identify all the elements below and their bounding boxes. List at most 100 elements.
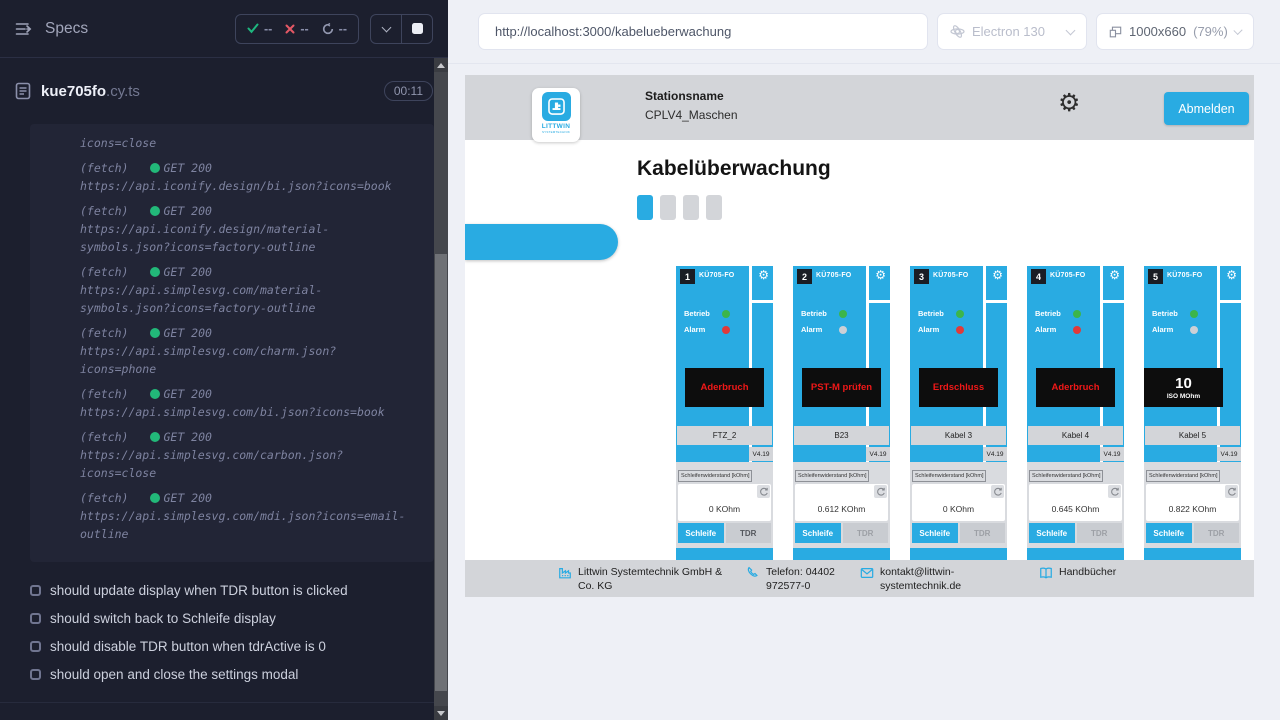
spec-file-name: kue705fo.cy.ts [41, 83, 374, 100]
chevron-down-icon [1233, 25, 1242, 34]
chevron-down-icon [381, 22, 391, 32]
schleife-button[interactable]: Schleife [678, 523, 724, 543]
tdr-button[interactable]: TDR [726, 523, 772, 543]
logo-mark-icon [542, 92, 571, 121]
device-model-label: KÜ705-FO [816, 272, 851, 279]
card-settings-gear-icon[interactable]: ⚙ [1226, 269, 1237, 281]
test-list: should update display when TDR button is… [0, 576, 448, 688]
stat-failed: -- [285, 22, 308, 36]
app-viewport: Stationsname CPLV4_Maschen ⚙ Abmelden LI… [465, 75, 1254, 597]
status-display: Erdschluss [919, 368, 998, 407]
refresh-icon[interactable] [991, 485, 1004, 498]
status-display: PST-M prüfen [802, 368, 881, 407]
success-dot-icon [150, 206, 160, 216]
resistance-value: 0 KOhm [912, 504, 1005, 514]
footer-manuals-link[interactable]: Handbücher [1039, 566, 1116, 580]
spec-file-row[interactable]: kue705fo.cy.ts 00:11 [0, 58, 448, 124]
alarm-led [1190, 326, 1198, 334]
tdr-button[interactable]: TDR [1077, 523, 1123, 543]
run-controls [370, 14, 433, 44]
screenshot-root: Specs -- -- -- [0, 0, 1280, 720]
stop-icon [412, 23, 423, 34]
viewport-size-selector[interactable]: 1000x660 (79%) [1096, 13, 1254, 50]
status-display: Aderbruch [685, 368, 764, 407]
card-settings-gear-icon[interactable]: ⚙ [758, 269, 769, 281]
stat-pending: -- [322, 22, 347, 36]
runner-scrollbar [434, 58, 448, 720]
tdr-button[interactable]: TDR [843, 523, 889, 543]
cable-name-label: FTZ_2 [677, 426, 772, 445]
divider [986, 300, 1007, 303]
scrollbar-thumb[interactable] [435, 254, 447, 691]
card-settings-gear-icon[interactable]: ⚙ [875, 269, 886, 281]
rack-tab[interactable] [660, 195, 676, 220]
logout-button[interactable]: Abmelden [1164, 92, 1249, 125]
refresh-icon[interactable] [1108, 485, 1121, 498]
stop-button[interactable] [402, 15, 432, 43]
tdr-button[interactable]: TDR [960, 523, 1006, 543]
schleife-button[interactable]: Schleife [912, 523, 958, 543]
divider [1220, 300, 1241, 303]
app-footer: Littwin Systemtechnik GmbH & Co. KG Tele… [465, 560, 1254, 597]
network-log-entry: (fetch)GET 200 https://api.simplesvg.com… [80, 428, 408, 482]
footer-phone: Telefon: 04402 972577-0 [746, 566, 846, 593]
rack-tab[interactable] [706, 195, 722, 220]
firmware-version-label: V4.19 [866, 447, 890, 461]
slot-number-badge: 5 [1148, 269, 1163, 284]
rack-tab[interactable] [683, 195, 699, 220]
test-item[interactable]: should switch back to Schleife display [0, 604, 448, 632]
littwin-logo: LITTWIN SYSTEMTECHNIK [532, 88, 580, 142]
refresh-icon[interactable] [1225, 485, 1238, 498]
device-card: 5 KÜ705-FO ⚙ Betrieb Alarm 10 ISO MOhm K… [1144, 266, 1241, 562]
schleife-button[interactable]: Schleife [795, 523, 841, 543]
refresh-icon[interactable] [757, 485, 770, 498]
tdr-button[interactable]: TDR [1194, 523, 1240, 543]
book-icon [1039, 566, 1053, 580]
test-item[interactable]: should update display when TDR button is… [0, 576, 448, 604]
firmware-version-label: V4.19 [1217, 447, 1241, 461]
email-icon [860, 566, 874, 580]
resistance-value: 0 KOhm [678, 504, 771, 514]
schleife-button[interactable]: Schleife [1146, 523, 1192, 543]
betrieb-led [839, 310, 847, 318]
measurement-display: 0 KOhm [678, 484, 771, 521]
schleife-button[interactable]: Schleife [1029, 523, 1075, 543]
device-card: 1 KÜ705-FO ⚙ Betrieb Alarm Aderbruch FTZ… [676, 266, 773, 562]
url-input[interactable]: http://localhost:3000/kabelueberwachung [478, 13, 928, 50]
scroll-up-button[interactable] [434, 58, 448, 72]
betrieb-led [956, 310, 964, 318]
command-log: icons=close (fetch)GET 200 https://api.i… [30, 124, 434, 562]
browser-selector[interactable]: Electron 130 [937, 13, 1087, 50]
settings-gear-icon[interactable]: ⚙ [1058, 90, 1080, 115]
specs-title: Specs [45, 20, 88, 38]
test-item[interactable]: should disable TDR button when tdrActive… [0, 632, 448, 660]
measurement-display: 0.645 KOhm [1029, 484, 1122, 521]
measurement-display: 0 KOhm [912, 484, 1005, 521]
network-log-entry: (fetch)GET 200 https://api.simplesvg.com… [80, 263, 408, 317]
device-card: 4 KÜ705-FO ⚙ Betrieb Alarm Aderbruch Kab… [1027, 266, 1124, 562]
slot-number-badge: 1 [680, 269, 695, 284]
success-dot-icon [150, 432, 160, 442]
success-dot-icon [150, 493, 160, 503]
sidebar-nav-item[interactable] [465, 224, 618, 260]
runner-header: Specs -- -- -- [0, 0, 448, 58]
factory-icon [558, 566, 572, 580]
success-dot-icon [150, 389, 160, 399]
rack-tab[interactable] [637, 195, 653, 220]
collapse-chevron-button[interactable] [371, 15, 401, 43]
card-settings-gear-icon[interactable]: ⚙ [1109, 269, 1120, 281]
refresh-icon[interactable] [874, 485, 887, 498]
measurement-display: 0.612 KOhm [795, 484, 888, 521]
rack-tabs [637, 195, 722, 220]
viewport-scale-icon [1109, 25, 1122, 39]
card-settings-gear-icon[interactable]: ⚙ [992, 269, 1003, 281]
betrieb-led [1073, 310, 1081, 318]
device-model-label: KÜ705-FO [1167, 272, 1202, 279]
test-state-icon [30, 613, 41, 624]
test-item[interactable]: should open and close the settings modal [0, 660, 448, 688]
divider [752, 300, 773, 303]
specs-menu-icon[interactable] [15, 22, 34, 36]
alarm-led [1073, 326, 1081, 334]
scroll-down-button[interactable] [434, 706, 448, 720]
cypress-runner-panel: Specs -- -- -- [0, 0, 448, 720]
